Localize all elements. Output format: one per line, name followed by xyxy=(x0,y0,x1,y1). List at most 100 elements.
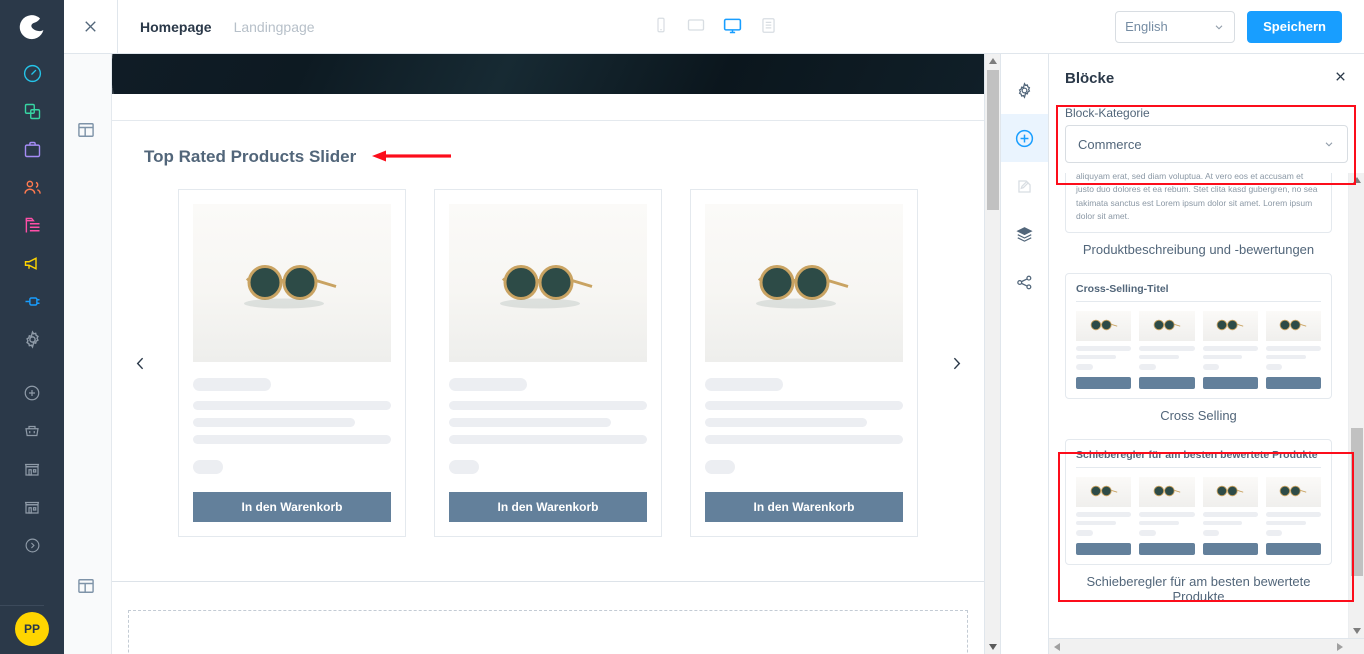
triangle-right-icon xyxy=(1337,643,1343,651)
scroll-left-arrow[interactable] xyxy=(1049,639,1065,654)
block-preview-title: Schieberegler für am besten bewertete Pr… xyxy=(1076,449,1321,468)
panel-title: Blöcke xyxy=(1065,69,1115,87)
mini-product-card xyxy=(1139,476,1195,555)
skeleton-line xyxy=(1139,529,1156,536)
skeleton-line xyxy=(1139,363,1156,370)
sidebar-item-expand[interactable] xyxy=(0,526,64,564)
product-card[interactable]: In den Warenkorb xyxy=(178,189,406,537)
sidebar-item-extensions[interactable] xyxy=(0,282,64,320)
skeleton-line xyxy=(1202,511,1258,517)
skeleton-line xyxy=(705,401,903,410)
empty-section[interactable] xyxy=(112,581,984,654)
desktop-preview-button[interactable] xyxy=(722,15,743,39)
mini-product-image xyxy=(1202,476,1258,507)
tablet-preview-button[interactable] xyxy=(686,15,706,38)
sidebar-item-orders[interactable] xyxy=(0,130,64,168)
slider-next-button[interactable] xyxy=(944,355,968,372)
close-panel-button[interactable] xyxy=(1333,69,1348,87)
mini-cart-button xyxy=(1202,542,1258,555)
sidebar-item-catalogues[interactable] xyxy=(0,92,64,130)
page-type-tabs: Homepage Landingpage xyxy=(118,0,315,54)
sunglasses-icon xyxy=(1212,318,1248,336)
product-card-list: In den Warenkorb In den Warenkorb In den… xyxy=(164,189,932,537)
skeleton-line xyxy=(1139,354,1180,359)
mobile-preview-button[interactable] xyxy=(652,16,670,37)
tab-landingpage[interactable]: Landingpage xyxy=(234,19,315,35)
mini-cart-button xyxy=(1139,542,1195,555)
add-to-cart-button[interactable]: In den Warenkorb xyxy=(705,492,903,522)
shopware-logo[interactable] xyxy=(0,0,64,54)
product-card[interactable]: In den Warenkorb xyxy=(690,189,918,537)
sidebar-item-customers[interactable] xyxy=(0,168,64,206)
tab-homepage[interactable]: Homepage xyxy=(140,19,212,35)
block-preview-top-rated-slider[interactable]: Schieberegler für am besten bewertete Pr… xyxy=(1065,438,1332,565)
slider-prev-button[interactable] xyxy=(128,355,152,372)
scroll-down-arrow[interactable] xyxy=(1349,624,1364,638)
panel-horizontal-scrollbar[interactable] xyxy=(1049,638,1364,654)
scroll-up-arrow[interactable] xyxy=(985,54,1001,68)
admin-nav-secondary xyxy=(0,374,64,564)
scroll-up-arrow[interactable] xyxy=(1349,173,1364,187)
sunglasses-icon xyxy=(1086,318,1122,336)
save-button[interactable]: Speichern xyxy=(1247,10,1342,43)
block-category-select[interactable]: Commerce xyxy=(1065,125,1348,163)
canvas-wrapper: Top Rated Products Slider In den Warenko… xyxy=(64,54,1000,654)
canvas-scroll-thumb[interactable] xyxy=(987,70,999,210)
sunglasses-icon xyxy=(1149,318,1185,336)
sidebar-item-settings[interactable] xyxy=(0,320,64,358)
sidebar-item-basket[interactable] xyxy=(0,412,64,450)
section-handle-slider[interactable] xyxy=(76,120,96,143)
page-canvas[interactable]: Top Rated Products Slider In den Warenko… xyxy=(112,54,984,654)
briefcase-icon xyxy=(24,141,40,157)
triangle-down-icon xyxy=(1353,628,1361,634)
tab-layers[interactable] xyxy=(1001,210,1048,258)
add-to-cart-button[interactable]: In den Warenkorb xyxy=(449,492,647,522)
tab-blocks[interactable] xyxy=(1001,114,1048,162)
panel-scrollbar[interactable] xyxy=(1348,173,1364,638)
skeleton-line xyxy=(705,435,903,444)
blocks-panel: Blöcke Block-Kategorie Commerce aliquyam… xyxy=(1049,54,1364,654)
sidebar-item-marketing[interactable] xyxy=(0,244,64,282)
blocks-scroll-area: nonumy eirmod tempor invidunt ut labore … xyxy=(1049,173,1364,638)
list-view-button[interactable] xyxy=(759,16,778,38)
copy-icon xyxy=(24,103,40,119)
shop-icon xyxy=(24,501,40,514)
canvas-scrollbar[interactable] xyxy=(984,54,1000,654)
product-card[interactable]: In den Warenkorb xyxy=(434,189,662,537)
sidebar-item-storefront[interactable] xyxy=(0,450,64,488)
scroll-down-arrow[interactable] xyxy=(985,640,1001,654)
hero-image[interactable] xyxy=(112,54,984,94)
language-select[interactable]: English xyxy=(1115,10,1236,43)
block-preview-product-description[interactable]: nonumy eirmod tempor invidunt ut labore … xyxy=(1065,173,1332,233)
empty-block-dropzone[interactable] xyxy=(128,610,968,654)
top-rated-products-slider-section: Top Rated Products Slider In den Warenko… xyxy=(112,121,984,559)
avatar[interactable]: PP xyxy=(15,612,49,646)
skeleton-line xyxy=(1076,354,1116,359)
skeleton-line xyxy=(449,435,647,444)
skeleton-line xyxy=(193,401,391,410)
mini-product-card xyxy=(1076,476,1132,555)
panel-scroll-thumb[interactable] xyxy=(1351,428,1363,576)
plus-circle-icon xyxy=(24,385,40,401)
add-to-cart-button[interactable]: In den Warenkorb xyxy=(193,492,391,522)
block-preview-cross-selling[interactable]: Cross-Selling-Titel xyxy=(1065,272,1332,399)
close-icon xyxy=(1336,72,1345,81)
sidebar-item-content[interactable] xyxy=(0,206,64,244)
skeleton-line xyxy=(193,418,356,427)
plug-icon xyxy=(25,296,39,306)
sidebar-item-dashboard[interactable] xyxy=(0,54,64,92)
close-editor-button[interactable] xyxy=(64,0,118,54)
panel-header: Blöcke xyxy=(1049,54,1364,102)
scroll-right-arrow[interactable] xyxy=(1332,639,1348,654)
language-value: English xyxy=(1125,19,1168,34)
tab-share[interactable] xyxy=(1001,258,1048,306)
section-handle-next[interactable] xyxy=(76,576,96,599)
sidebar-item-add[interactable] xyxy=(0,374,64,412)
skeleton-line xyxy=(1076,520,1116,525)
sidebar-item-sales-channel[interactable] xyxy=(0,488,64,526)
tab-settings[interactable] xyxy=(1001,66,1048,114)
sunglasses-icon xyxy=(232,257,352,316)
annotation-arrow xyxy=(370,148,452,167)
panel-hscroll-thumb[interactable] xyxy=(1065,641,1332,653)
topbar-actions: English Speichern xyxy=(1115,10,1364,43)
